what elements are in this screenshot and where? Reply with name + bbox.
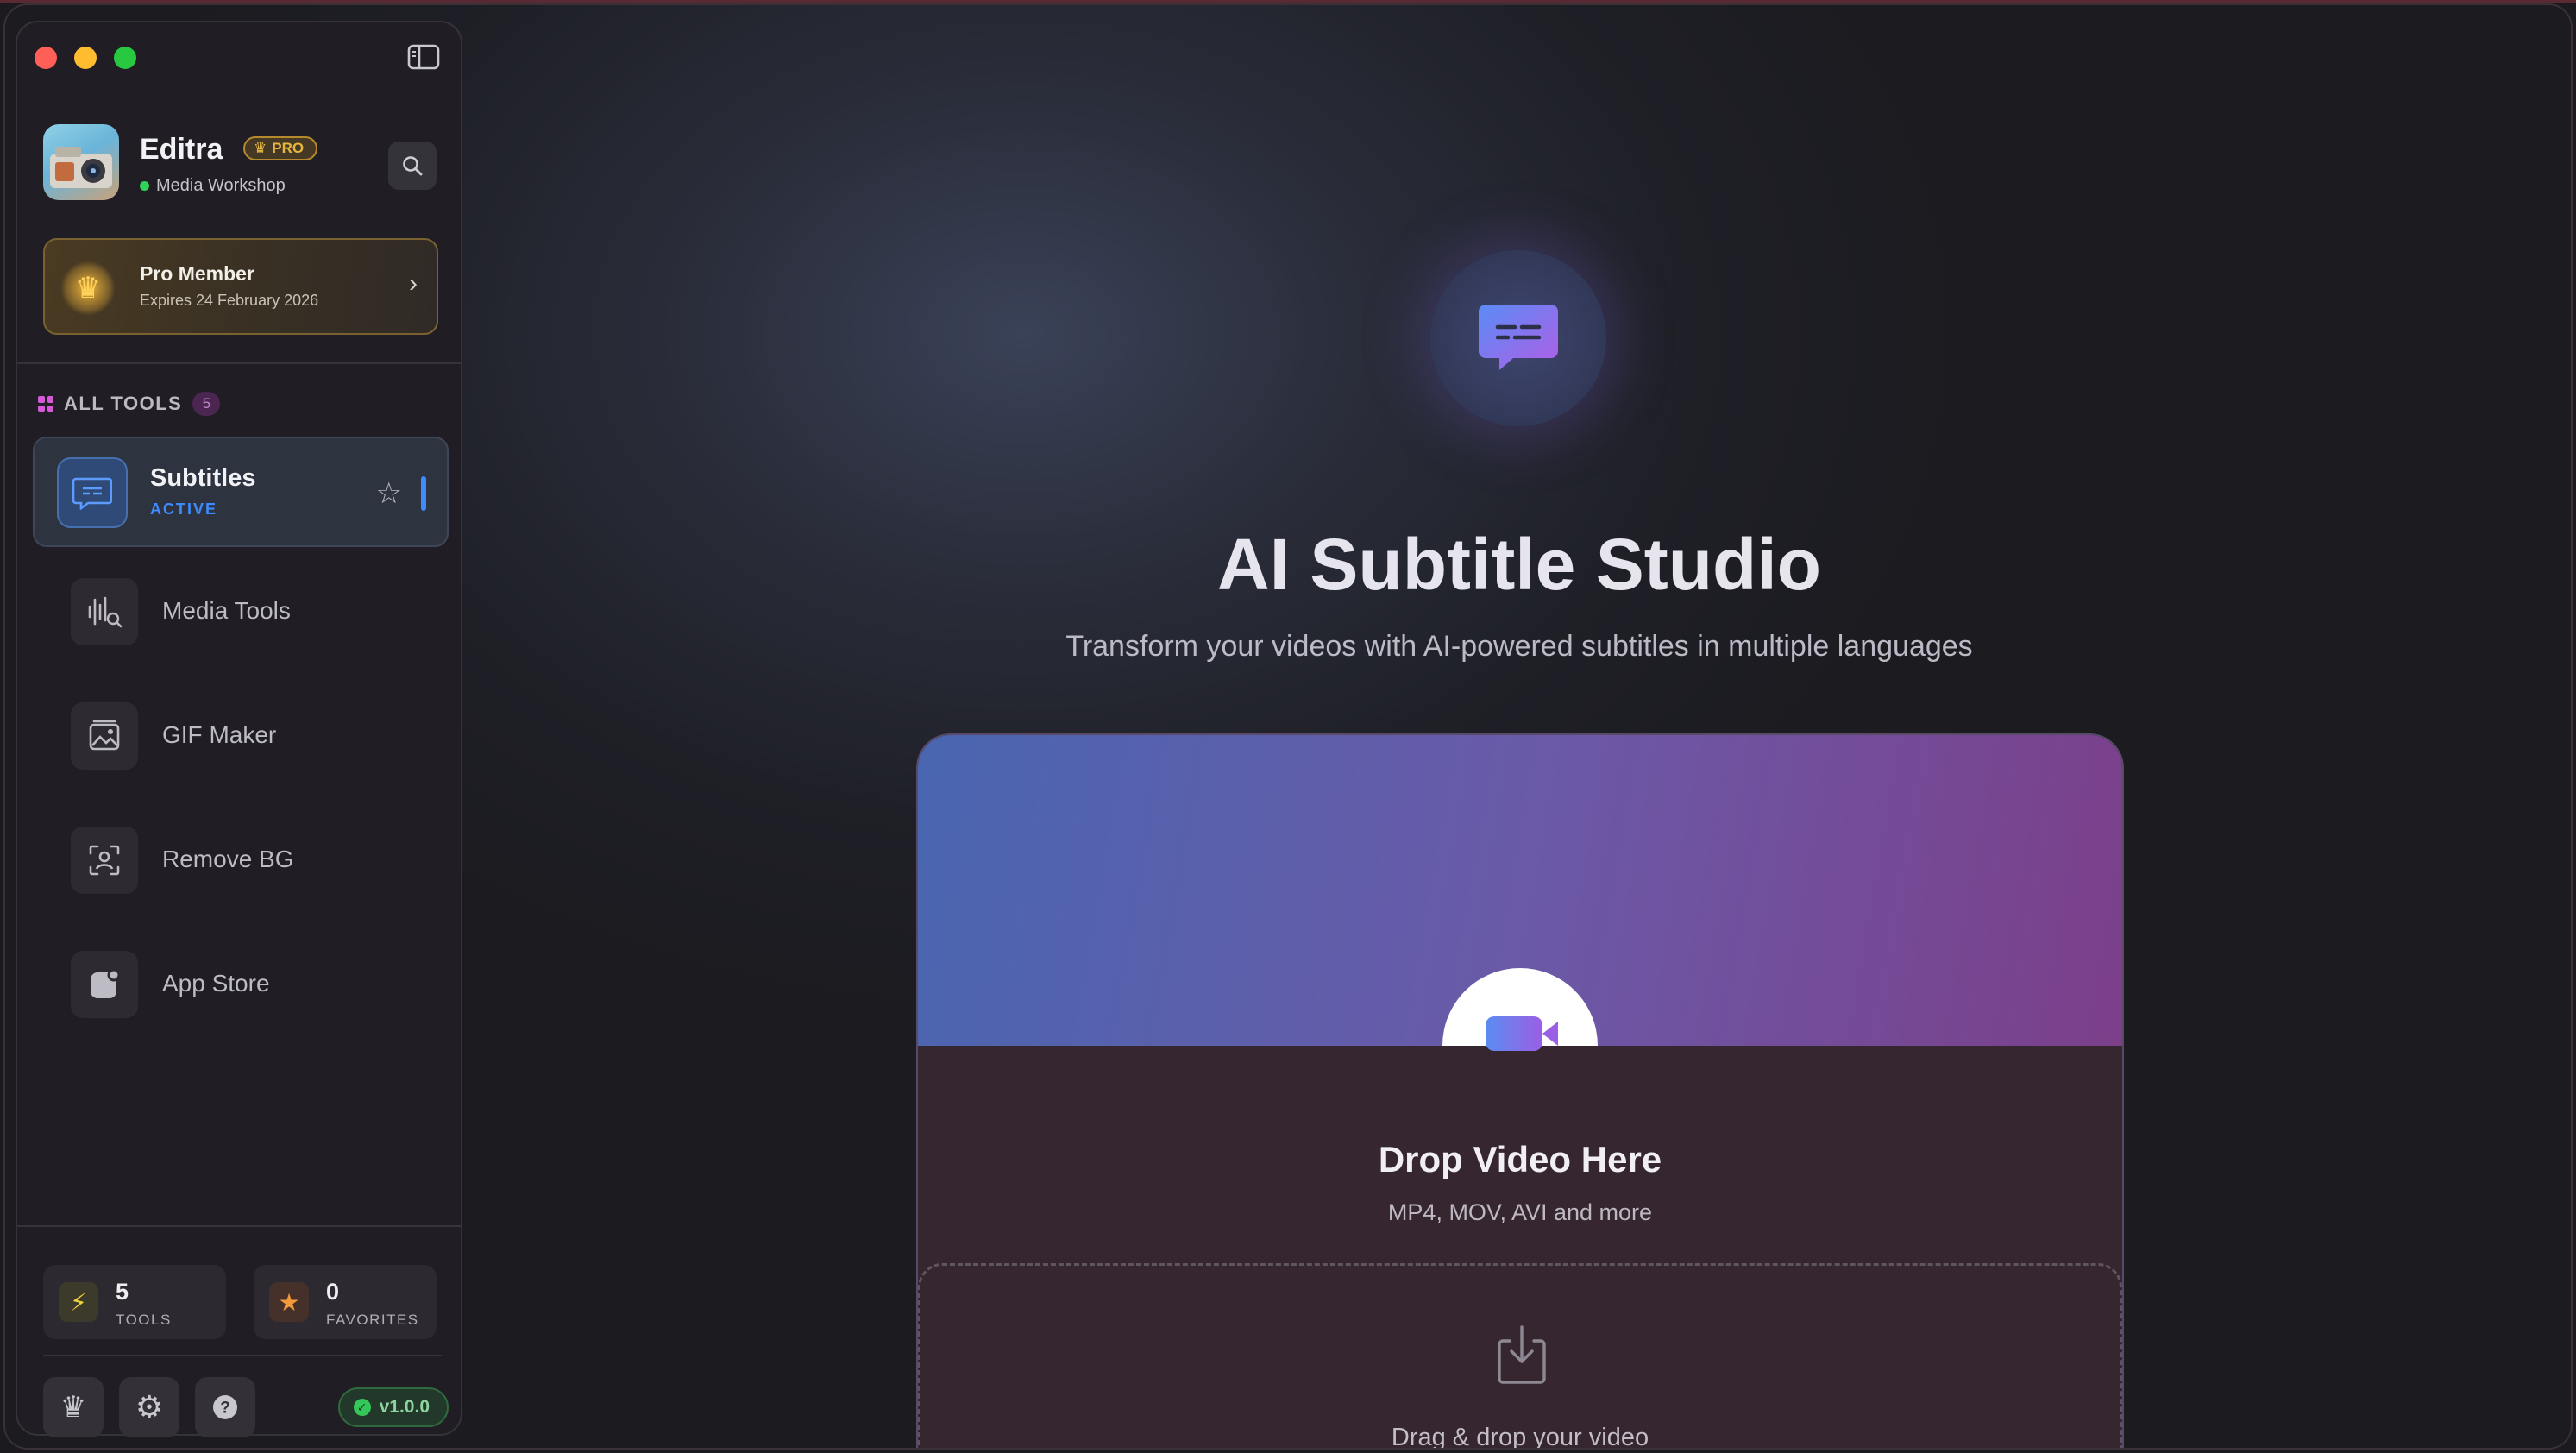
sidebar-item-gif-maker[interactable]: GIF Maker	[60, 701, 440, 773]
workspace-name: Media Workshop	[156, 176, 286, 195]
sidebar-item-label: Subtitles	[150, 464, 256, 492]
app-window: Editra ♛ PRO Media Workshop ♛ Pro Member…	[3, 3, 2573, 1450]
membership-expiry: Expires 24 February 2026	[140, 292, 319, 309]
lightning-icon: ⚡	[59, 1282, 98, 1322]
app-logo	[43, 124, 119, 200]
app-header: Editra ♛ PRO Media Workshop	[43, 124, 449, 202]
all-tools-header: ALL TOOLS 5	[38, 392, 221, 416]
search-button[interactable]	[388, 142, 437, 190]
membership-title: Pro Member	[140, 262, 254, 285]
sidebar-item-label: Remove BG	[162, 846, 294, 872]
favorites-stat-card: ★ 0 FAVORITES	[254, 1265, 437, 1339]
person-frame-icon	[71, 827, 138, 894]
active-status-label: ACTIVE	[150, 500, 218, 518]
all-tools-label: ALL TOOLS	[64, 393, 183, 414]
sidebar-item-app-store[interactable]: App Store	[60, 949, 440, 1022]
crown-icon: ♛	[60, 261, 116, 316]
subtitles-icon	[57, 457, 128, 528]
page-subtitle: Transform your videos with AI-powered su…	[1065, 630, 1973, 663]
help-icon: ?	[213, 1395, 237, 1419]
close-window-button[interactable]	[35, 47, 57, 69]
check-icon: ✓	[353, 1399, 371, 1416]
search-icon	[403, 156, 423, 176]
star-icon: ★	[269, 1282, 309, 1322]
zoom-window-button[interactable]	[114, 47, 136, 69]
favorite-star-icon[interactable]: ☆	[376, 476, 402, 511]
sidebar-footer: ♛ ⚙ ? ✓ v1.0.0	[43, 1377, 449, 1437]
active-indicator	[421, 476, 426, 511]
tools-stat-card: ⚡ 5 TOOLS	[43, 1265, 226, 1339]
video-camera-icon	[1486, 1016, 1542, 1051]
subtitles-hero-icon	[1430, 250, 1606, 426]
video-drop-zone[interactable]: Drop Video Here MP4, MOV, AVI and more D…	[916, 733, 2124, 1450]
minimize-window-button[interactable]	[74, 47, 97, 69]
favorites-stat-label: FAVORITES	[326, 1311, 419, 1328]
workspace-status: Media Workshop	[140, 176, 286, 196]
app-store-icon	[71, 951, 138, 1018]
sidebar-divider	[17, 362, 461, 364]
app-name: Editra	[140, 133, 223, 166]
video-camera-lens	[1542, 1022, 1558, 1046]
help-button[interactable]: ?	[195, 1377, 255, 1437]
window-controls	[35, 47, 136, 69]
sidebar: Editra ♛ PRO Media Workshop ♛ Pro Member…	[16, 21, 462, 1437]
svg-text:?: ?	[220, 1400, 230, 1418]
crown-icon: ♛	[254, 140, 267, 156]
online-status-dot	[140, 181, 149, 191]
favorites-stat-value: 0	[326, 1279, 340, 1305]
drag-drop-label: Drag & drop your video	[1391, 1424, 1649, 1450]
image-icon	[71, 702, 138, 770]
page-title: AI Subtitle Studio	[1217, 524, 1821, 605]
tools-stat-label: TOOLS	[116, 1311, 172, 1328]
crown-icon: ♛	[60, 1391, 87, 1424]
sidebar-toggle-icon[interactable]	[407, 43, 440, 71]
stats-row: ⚡ 5 TOOLS ★ 0 FAVORITES	[43, 1265, 442, 1339]
pro-membership-card[interactable]: ♛ Pro Member Expires 24 February 2026 ›	[43, 238, 438, 335]
supported-formats: MP4, MOV, AVI and more	[1387, 1199, 1653, 1225]
grid-icon	[38, 396, 53, 412]
settings-button[interactable]: ⚙	[119, 1377, 179, 1437]
sidebar-divider	[17, 1225, 461, 1227]
tools-stat-value: 5	[116, 1279, 129, 1305]
sidebar-item-label: GIF Maker	[162, 721, 277, 748]
version-label: v1.0.0	[379, 1397, 430, 1417]
gear-icon: ⚙	[135, 1389, 164, 1425]
upgrade-button[interactable]: ♛	[43, 1377, 104, 1437]
drop-title: Drop Video Here	[1378, 1139, 1662, 1179]
sidebar-item-remove-bg[interactable]: Remove BG	[60, 825, 440, 897]
pro-badge-label: PRO	[272, 140, 305, 156]
version-badge: ✓ v1.0.0	[337, 1387, 449, 1427]
sidebar-divider	[43, 1355, 442, 1356]
download-tray-icon	[1492, 1322, 1551, 1389]
tools-count-badge: 5	[192, 392, 221, 416]
chevron-right-icon: ›	[409, 269, 418, 298]
pro-badge: ♛ PRO	[243, 136, 318, 160]
sidebar-item-label: App Store	[162, 970, 270, 997]
